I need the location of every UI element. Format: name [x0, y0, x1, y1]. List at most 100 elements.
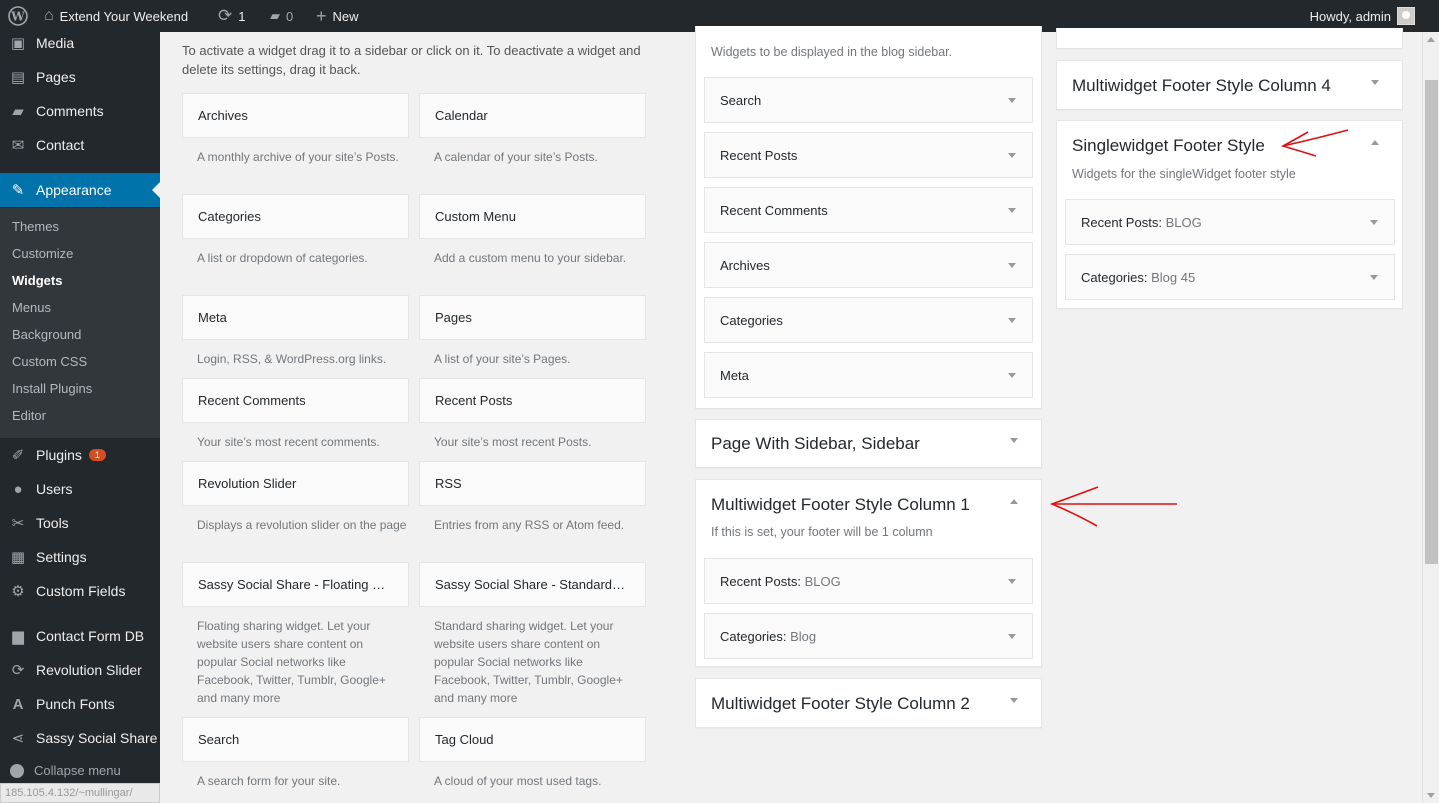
widget-tag-cloud[interactable]: Tag Cloud [419, 717, 646, 762]
menu-item-users[interactable]: ● Users [0, 472, 160, 506]
comment-bubble-icon: ▰ [270, 8, 280, 23]
menu-item-revolution-slider[interactable]: ⟳ Revolution Slider [0, 653, 160, 687]
submenu-install-plugins[interactable]: Install Plugins [12, 381, 92, 396]
widget-sassy-social-share-standard[interactable]: Sassy Social Share - Standard… [419, 562, 646, 607]
page-with-sidebar-panel[interactable]: Page With Sidebar, Sidebar [695, 419, 1042, 468]
appearance-submenu: Themes Customize Widgets Menus Backgroun… [0, 208, 160, 438]
expand-arrow-icon[interactable] [1008, 98, 1016, 103]
sidebar-description: Widgets for the singleWidget footer styl… [1072, 167, 1296, 181]
widget-categories[interactable]: Categories [182, 194, 409, 239]
submenu-customize[interactable]: Customize [12, 246, 73, 261]
footer-column-3-panel-partial[interactable] [1056, 28, 1403, 49]
sidebar-title: Multiwidget Footer Style Column 4 [1072, 76, 1331, 95]
home-icon: ⌂ [44, 7, 54, 24]
widget-description: A list of your site’s Pages. [434, 352, 571, 366]
sidebar-widget-search[interactable]: Search [704, 77, 1033, 123]
widget-description: Entries from any RSS or Atom feed. [434, 518, 625, 532]
sidebar-widget-recent-comments[interactable]: Recent Comments [704, 187, 1033, 233]
sidebar-widget-recent-posts[interactable]: Recent Posts [704, 132, 1033, 178]
collapse-arrow-icon[interactable] [1010, 499, 1018, 504]
menu-item-contact[interactable]: ✉ Contact [0, 128, 160, 162]
expand-arrow-icon[interactable] [1008, 373, 1016, 378]
widget-pages[interactable]: Pages [419, 295, 646, 340]
annotation-arrow-icon [1280, 129, 1349, 157]
sidebar-widget-categories[interactable]: Categories: Blog [704, 613, 1033, 659]
expand-arrow-icon[interactable] [1008, 634, 1016, 639]
menu-item-plugins[interactable]: ✐ Plugins 1 [0, 438, 160, 472]
pages-icon: ▤ [10, 69, 26, 86]
footer-column-4-panel[interactable]: Multiwidget Footer Style Column 4 [1056, 60, 1403, 110]
submenu-themes[interactable]: Themes [12, 219, 59, 234]
menu-item-media[interactable]: ▣ Media [0, 26, 160, 60]
submenu-editor[interactable]: Editor [12, 408, 46, 423]
menu-item-punch-fonts[interactable]: A Punch Fonts [0, 687, 160, 721]
comments-link[interactable]: ▰ 0 [270, 0, 293, 32]
sidebar-widget-categories[interactable]: Categories: Blog 45 [1065, 254, 1395, 300]
widget-description: Your site’s most recent comments. [197, 435, 380, 449]
sidebar-widget-recent-posts[interactable]: Recent Posts: BLOG [704, 558, 1033, 604]
widget-rss[interactable]: RSS [419, 461, 646, 506]
submenu-custom-css[interactable]: Custom CSS [12, 354, 87, 369]
expand-arrow-icon[interactable] [1370, 275, 1378, 280]
sidebar-title: Multiwidget Footer Style Column 2 [711, 694, 970, 713]
collapse-arrow-icon[interactable] [1371, 140, 1379, 145]
menu-item-settings[interactable]: ▦ Settings [0, 540, 160, 574]
sidebar-widget-recent-posts[interactable]: Recent Posts: BLOG [1065, 199, 1395, 245]
sidebar-title[interactable]: Singlewidget Footer Style [1072, 136, 1265, 156]
widget-revolution-slider[interactable]: Revolution Slider [182, 461, 409, 506]
widget-custom-menu[interactable]: Custom Menu [419, 194, 646, 239]
sidebar-description: Widgets to be displayed in the blog side… [711, 45, 953, 59]
expand-arrow-icon[interactable] [1008, 318, 1016, 323]
wrench-icon: ✂ [11, 515, 25, 532]
updates-link[interactable]: ⟳ 1 [218, 0, 245, 32]
widget-description: Floating sharing widget. Let your websit… [197, 619, 386, 705]
widget-description: A calendar of your site’s Posts. [434, 150, 598, 164]
expand-arrow-icon[interactable] [1008, 579, 1016, 584]
submenu-menus[interactable]: Menus [12, 300, 51, 315]
comments-icon: ▰ [12, 103, 24, 120]
expand-arrow-icon[interactable] [1008, 263, 1016, 268]
refresh-icon: ⟳ [11, 662, 25, 679]
scroll-down-arrow-icon[interactable] [1427, 793, 1435, 798]
widget-recent-comments[interactable]: Recent Comments [182, 378, 409, 423]
sidebar-widget-meta[interactable]: Meta [704, 352, 1033, 398]
widget-sassy-social-share-floating[interactable]: Sassy Social Share - Floating … [182, 562, 409, 607]
footer-column-2-panel[interactable]: Multiwidget Footer Style Column 2 [695, 678, 1042, 728]
sidebar-description: If this is set, your footer will be 1 co… [711, 525, 933, 539]
new-content-link[interactable]: + New [316, 0, 359, 32]
expand-arrow-icon[interactable] [1008, 153, 1016, 158]
collapse-menu-button[interactable]: Collapse menu [10, 763, 121, 778]
sidebar-widget-archives[interactable]: Archives [704, 242, 1033, 288]
menu-item-custom-fields[interactable]: ⚙ Custom Fields [0, 574, 160, 608]
scrollbar-thumb[interactable] [1425, 80, 1438, 564]
page-scrollbar[interactable] [1422, 32, 1439, 803]
expand-arrow-icon[interactable] [1010, 698, 1018, 703]
menu-item-sassy-social-share[interactable]: ⋖ Sassy Social Share [0, 721, 160, 755]
menu-item-tools[interactable]: ✂ Tools [0, 506, 160, 540]
plus-icon: + [316, 5, 327, 26]
user-icon: ● [13, 480, 23, 498]
widget-calendar[interactable]: Calendar [419, 93, 646, 138]
expand-arrow-icon[interactable] [1010, 438, 1018, 443]
paintbrush-icon: ✎ [11, 182, 25, 199]
submenu-background[interactable]: Background [12, 327, 81, 342]
expand-arrow-icon[interactable] [1008, 208, 1016, 213]
sidebar-widget-categories[interactable]: Categories [704, 297, 1033, 343]
menu-item-comments[interactable]: ▰ Comments [0, 94, 160, 128]
expand-arrow-icon[interactable] [1371, 80, 1379, 85]
submenu-widgets[interactable]: Widgets [12, 273, 62, 288]
plugins-update-badge: 1 [88, 449, 106, 461]
menu-item-appearance[interactable]: ✎ Appearance [0, 173, 160, 207]
menu-item-contact-form-db[interactable]: ▆ Contact Form DB [0, 619, 160, 653]
sidebar-title[interactable]: Multiwidget Footer Style Column 1 [711, 495, 970, 515]
menu-item-pages[interactable]: ▤ Pages [0, 60, 160, 94]
widget-description: Login, RSS, & WordPress.org links. [197, 352, 387, 366]
widget-description: Standard sharing widget. Let your websit… [434, 619, 623, 705]
expand-arrow-icon[interactable] [1370, 220, 1378, 225]
refresh-icon: ⟳ [218, 6, 233, 25]
widget-recent-posts[interactable]: Recent Posts [419, 378, 646, 423]
widget-archives[interactable]: Archives [182, 93, 409, 138]
widget-meta[interactable]: Meta [182, 295, 409, 340]
widget-search[interactable]: Search [182, 717, 409, 762]
scroll-up-arrow-icon[interactable] [1427, 37, 1435, 42]
